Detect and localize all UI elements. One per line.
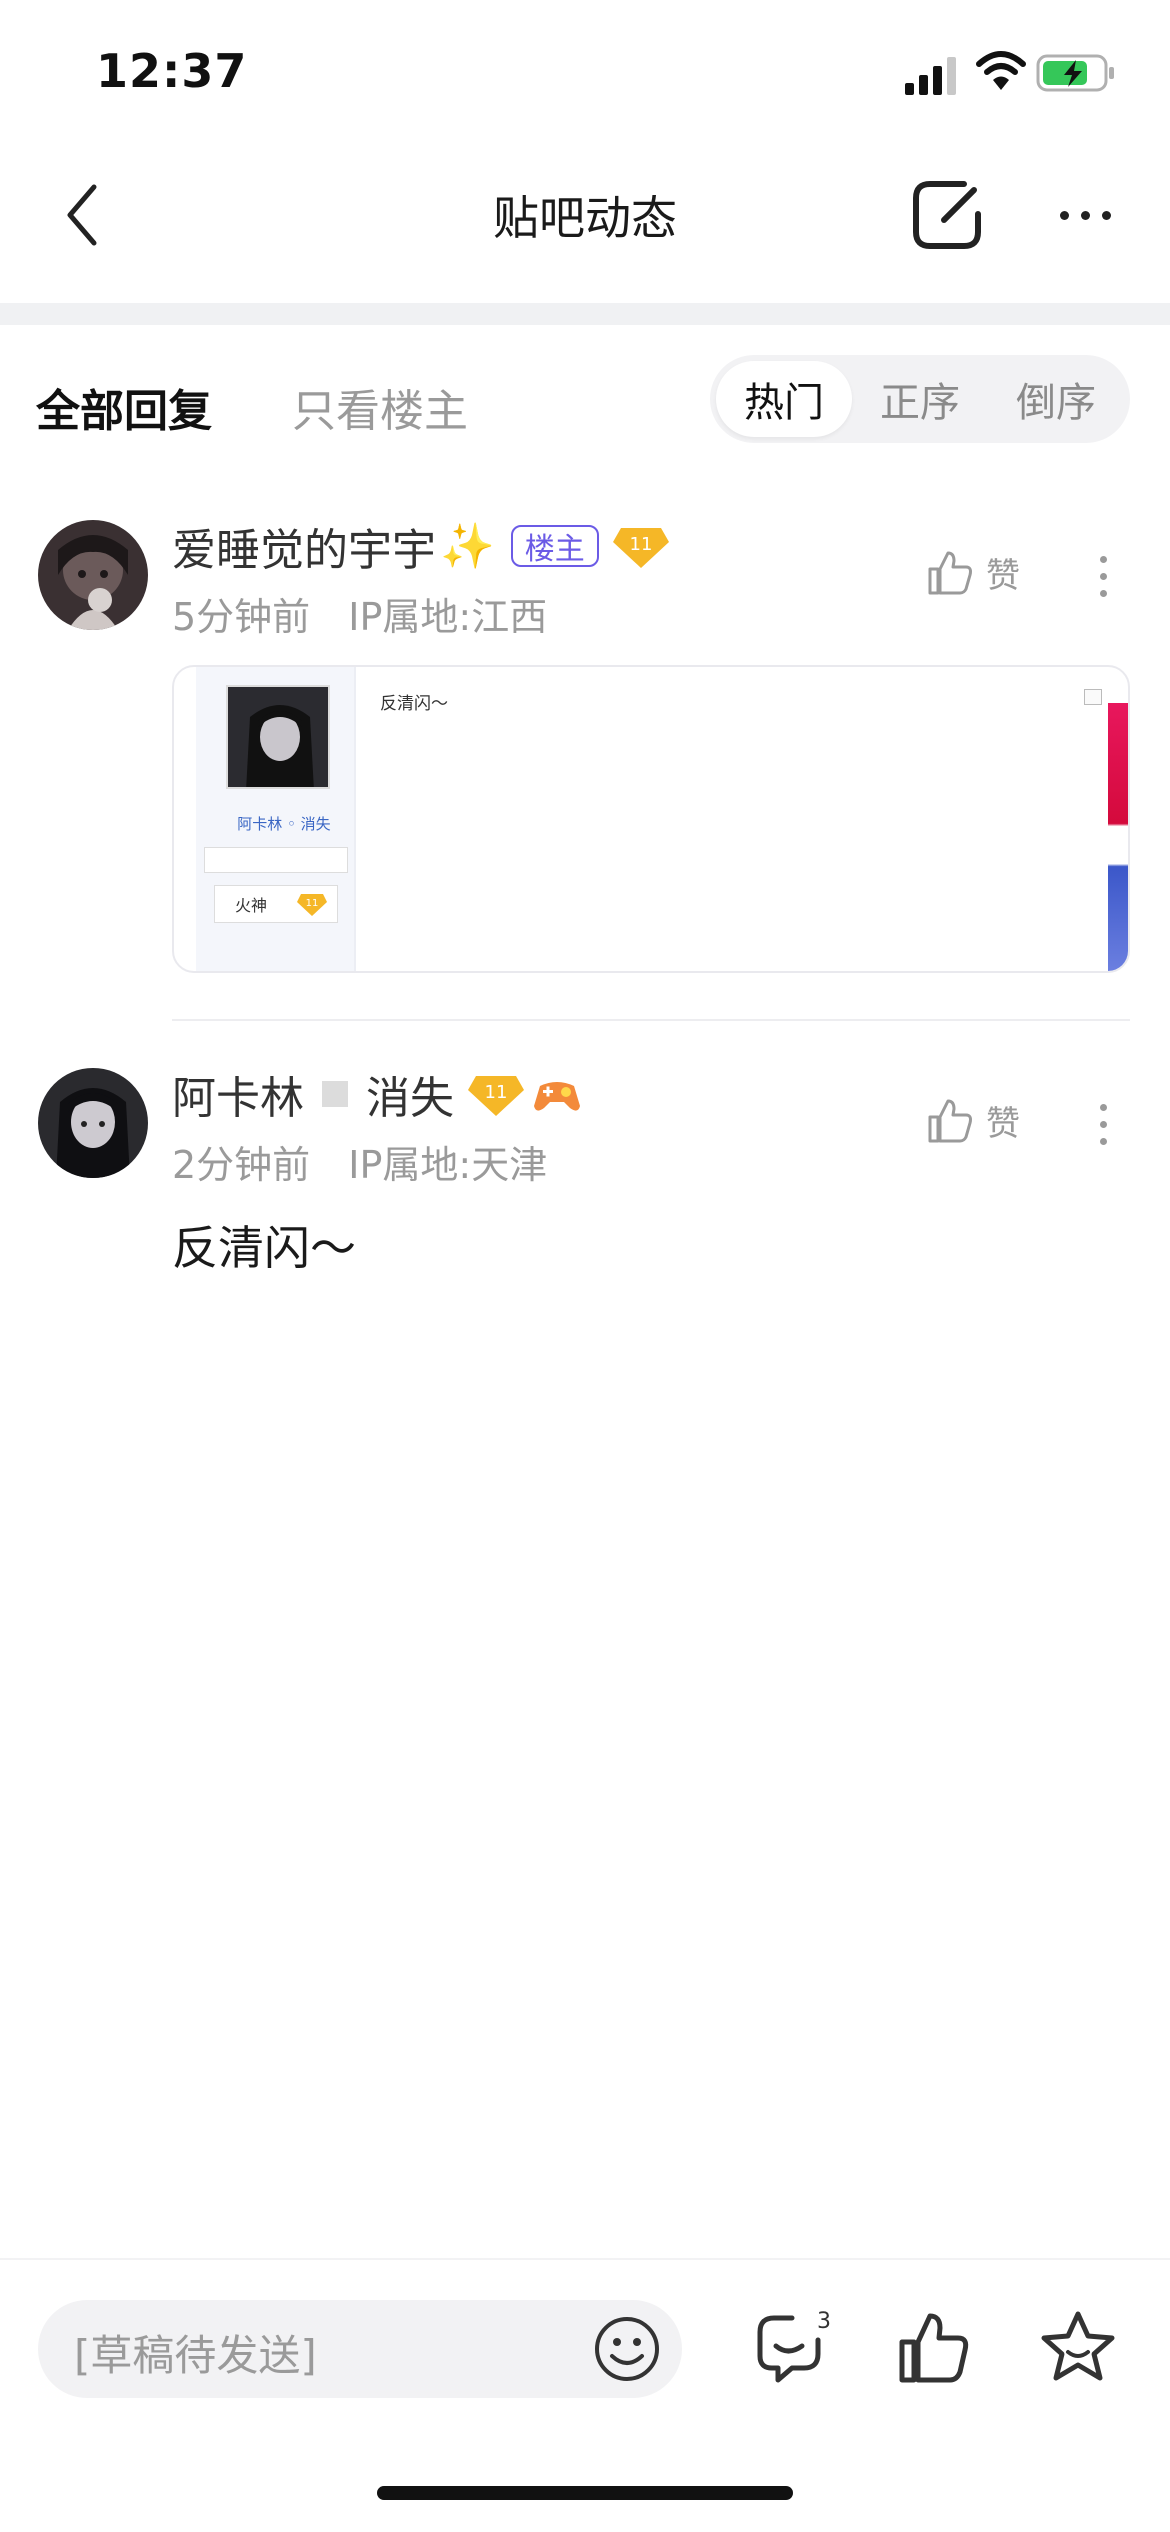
owner-tag: 楼主 — [510, 525, 599, 567]
reply-input-placeholder: [草稿待发送] — [74, 2331, 317, 2380]
reply-more-button[interactable] — [1088, 546, 1118, 606]
embed-badge-box: 火神 11 — [214, 885, 338, 923]
more-icon-dot — [1099, 555, 1107, 563]
more-icon-dot — [1101, 210, 1111, 220]
dropdown-icon — [1084, 689, 1102, 705]
tab-owner-only[interactable]: 只看楼主 — [292, 375, 468, 439]
emoji-icon[interactable] — [592, 2314, 662, 2384]
username-suffix[interactable]: 消失 — [366, 1062, 454, 1126]
level-badge-icon: 11 — [612, 528, 669, 568]
page-title: 贴吧动态 — [493, 191, 677, 245]
embed-game-box — [204, 847, 348, 873]
thumb-up-icon — [928, 1099, 972, 1142]
like-button[interactable]: 赞 — [926, 1096, 1020, 1145]
comment-count: 3 — [817, 2309, 831, 2334]
username-row: 阿卡林 消失 11 — [172, 1064, 582, 1124]
more-icon-dot — [1099, 1120, 1107, 1128]
star-icon[interactable] — [1038, 2308, 1118, 2388]
thumb-up-icon[interactable] — [894, 2308, 974, 2388]
home-indicator — [377, 2486, 793, 2500]
more-icon-dot — [1099, 1103, 1107, 1111]
status-time: 12:37 — [96, 44, 248, 98]
tab-all-replies[interactable]: 全部回复 — [36, 375, 212, 439]
sort-ascending[interactable]: 正序 — [852, 361, 988, 437]
embed-user-panel: 阿卡林 ◦ 消失 火神 11 — [196, 667, 356, 971]
level-badge-icon: 11 — [297, 894, 328, 916]
nav-bar: 贴吧动态 — [0, 140, 1170, 300]
reply-image[interactable]: 阿卡林 ◦ 消失 火神 11 反清闪～ — [172, 665, 1130, 973]
more-button[interactable] — [1040, 170, 1130, 260]
sort-hot[interactable]: 热门 — [716, 361, 852, 437]
like-button[interactable]: 赞 — [926, 548, 1020, 597]
more-icon-dot — [1080, 210, 1090, 220]
embed-badge-level: 11 — [306, 898, 319, 909]
embed-username: 阿卡林 ◦ 消失 — [237, 815, 331, 833]
sort-toggle: 热门 正序 倒序 — [710, 355, 1130, 443]
thumb-up-icon — [928, 551, 972, 594]
separator-square — [322, 1081, 348, 1107]
more-icon-dot — [1099, 589, 1107, 597]
post-meta: 2分钟前 IP属地:天津 — [172, 1134, 547, 1189]
post-ip: IP属地:江西 — [348, 595, 548, 639]
avatar[interactable] — [38, 1068, 148, 1178]
section-divider — [0, 303, 1170, 325]
embed-ad-strip — [1108, 703, 1128, 971]
reply-divider — [172, 1019, 1130, 1021]
more-icon-dot — [1099, 572, 1107, 580]
more-icon-dot — [1059, 210, 1069, 220]
avatar[interactable] — [38, 520, 148, 630]
comment-icon[interactable]: 3 — [752, 2308, 832, 2388]
level-badge-icon: 11 — [468, 1076, 524, 1116]
sort-descending[interactable]: 倒序 — [988, 361, 1124, 437]
game-icon — [534, 1082, 580, 1111]
share-icon[interactable] — [904, 170, 994, 260]
embed-content: 反清闪～ — [380, 694, 448, 714]
embed-badge-label: 火神 — [235, 896, 268, 915]
wifi-icon — [976, 51, 1026, 90]
sparkle-emoji: ✨ — [440, 521, 495, 572]
level-number: 11 — [629, 534, 652, 555]
signal-icon — [905, 57, 956, 95]
battery-icon — [1036, 54, 1114, 92]
post-ip: IP属地:天津 — [348, 1143, 548, 1187]
username-row: 爱睡觉的宇宇 ✨ 楼主 11 — [172, 516, 669, 576]
filter-row: 全部回复 只看楼主 热门 正序 倒序 — [0, 355, 1170, 445]
reply-content: 反清闪～ — [172, 1221, 356, 1275]
like-label: 赞 — [986, 556, 1020, 596]
post-time: 5分钟前 — [172, 595, 311, 639]
reply-more-button[interactable] — [1088, 1094, 1118, 1154]
username[interactable]: 阿卡林 — [172, 1062, 304, 1126]
like-label: 赞 — [986, 1104, 1020, 1144]
embed-avatar — [226, 685, 330, 789]
more-icon-dot — [1099, 1137, 1107, 1145]
reply-input[interactable]: [草稿待发送] — [38, 2300, 682, 2398]
level-number: 11 — [485, 1082, 508, 1103]
status-bar: 12:37 — [0, 0, 1170, 140]
post-meta: 5分钟前 IP属地:江西 — [172, 586, 547, 641]
username[interactable]: 爱睡觉的宇宇 — [172, 514, 436, 578]
post-time: 2分钟前 — [172, 1143, 311, 1187]
